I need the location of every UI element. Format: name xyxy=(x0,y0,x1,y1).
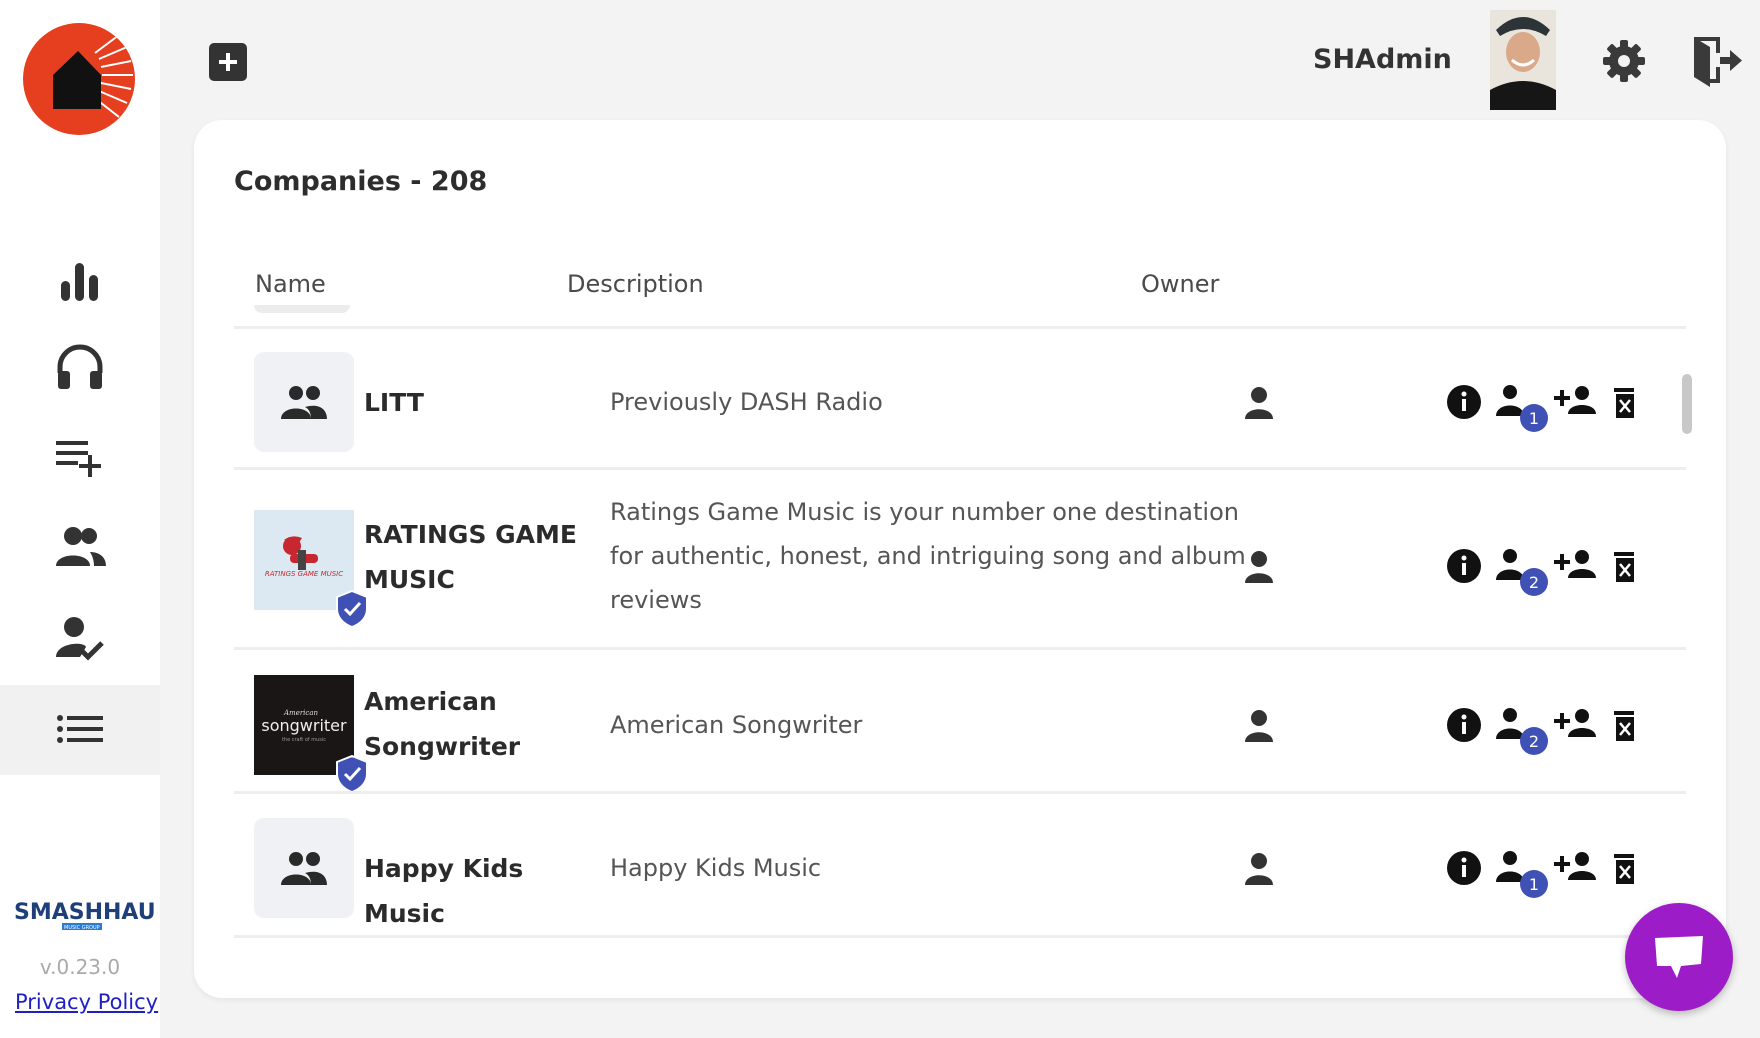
company-logo: RATINGS GAME MUSIC xyxy=(254,510,368,628)
nav-list[interactable] xyxy=(0,685,160,775)
owner-person-icon[interactable] xyxy=(1244,550,1274,584)
company-description: Previously DASH Radio xyxy=(610,388,883,416)
add-member-icon[interactable] xyxy=(1554,705,1596,745)
table-header: Name Description Owner xyxy=(234,270,1686,330)
company-name[interactable]: LITT xyxy=(364,380,594,425)
username: SHAdmin xyxy=(1313,44,1452,75)
chat-button[interactable] xyxy=(1625,903,1733,1011)
group-icon xyxy=(56,527,106,566)
column-owner: Owner xyxy=(1141,270,1220,298)
company-description: Happy Kids Music xyxy=(610,854,822,882)
nav-companies-groups[interactable] xyxy=(0,503,160,593)
divider xyxy=(234,935,1686,938)
info-icon[interactable] xyxy=(1444,382,1484,422)
settings-gear-icon[interactable] xyxy=(1600,37,1648,85)
delete-icon[interactable] xyxy=(1610,848,1634,888)
owner-person-icon[interactable] xyxy=(1244,709,1274,743)
bar-chart-icon xyxy=(61,263,98,301)
nav-analytics[interactable] xyxy=(0,236,160,326)
company-logo: American songwriter the craft of music xyxy=(254,675,368,793)
nav-music[interactable] xyxy=(0,322,160,412)
divider xyxy=(234,326,1686,329)
table-row[interactable]: American songwriter the craft of music A… xyxy=(234,675,1686,795)
logo-sub-text: the craft of music xyxy=(282,737,326,743)
logout-icon[interactable] xyxy=(1690,33,1742,88)
divider xyxy=(234,647,1686,650)
playlist-add-icon xyxy=(56,441,101,477)
app-version: v.0.23.0 xyxy=(39,955,121,979)
column-description: Description xyxy=(567,270,704,298)
headphones-icon xyxy=(57,344,103,389)
company-name[interactable]: RATINGS GAME MUSIC xyxy=(364,512,594,602)
delete-icon[interactable] xyxy=(1610,705,1634,745)
table-row[interactable]: Happy Kids Music Happy Kids Music 1 xyxy=(234,818,1686,928)
brand-sub: MUSIC GROUP xyxy=(64,925,100,931)
logo-text: songwriter xyxy=(261,716,347,735)
delete-icon[interactable] xyxy=(1610,546,1634,586)
companies-card: Companies - 208 Name Description Owner L… xyxy=(194,120,1726,998)
company-avatar xyxy=(254,352,354,452)
company-name[interactable]: American Songwriter xyxy=(364,679,594,769)
app-logo[interactable] xyxy=(23,23,135,135)
plus-icon xyxy=(219,53,237,71)
nav-approvals[interactable] xyxy=(0,594,160,684)
nav-playlists[interactable] xyxy=(0,412,160,502)
members-count-badge: 1 xyxy=(1520,404,1548,432)
privacy-policy-link[interactable]: Privacy Policy xyxy=(15,990,158,1014)
avatar[interactable] xyxy=(1490,10,1556,110)
add-button[interactable] xyxy=(209,43,247,81)
add-member-icon[interactable] xyxy=(1554,382,1596,422)
group-icon xyxy=(281,386,327,419)
chat-bubble-icon xyxy=(1655,936,1703,978)
page-title: Companies - 208 xyxy=(234,166,488,197)
group-icon xyxy=(281,852,327,885)
scrollbar-thumb[interactable] xyxy=(1682,374,1692,434)
brand-logo: SMASHHAUS MUSIC GROUP xyxy=(14,895,172,935)
divider xyxy=(234,791,1686,794)
members-count-badge: 2 xyxy=(1520,568,1548,596)
owner-person-icon[interactable] xyxy=(1244,386,1274,420)
company-description: Ratings Game Music is your number one de… xyxy=(610,498,1246,614)
members-count-badge: 2 xyxy=(1520,727,1548,755)
table-row[interactable]: LITT Previously DASH Radio 1 xyxy=(234,352,1692,452)
info-icon[interactable] xyxy=(1444,848,1484,888)
add-member-icon[interactable] xyxy=(1554,848,1596,888)
company-description: American Songwriter xyxy=(610,711,863,739)
info-icon[interactable] xyxy=(1444,705,1484,745)
sort-indicator xyxy=(254,305,350,313)
delete-icon[interactable] xyxy=(1610,382,1634,422)
members-count-badge: 1 xyxy=(1520,870,1548,898)
column-name[interactable]: Name xyxy=(255,270,326,298)
person-check-icon xyxy=(56,617,104,661)
logo-text: RATINGS GAME MUSIC xyxy=(265,570,343,578)
sidebar: SMASHHAUS MUSIC GROUP v.0.23.0 Privacy P… xyxy=(0,0,172,1038)
divider xyxy=(234,467,1686,470)
company-avatar xyxy=(254,818,354,918)
company-name[interactable]: Happy Kids Music xyxy=(364,846,594,936)
info-icon[interactable] xyxy=(1444,546,1484,586)
brand-name: SMASHHAUS xyxy=(14,900,156,925)
list-icon xyxy=(57,715,103,743)
owner-person-icon[interactable] xyxy=(1244,852,1274,886)
add-member-icon[interactable] xyxy=(1554,546,1596,586)
table-row[interactable]: RATINGS GAME MUSIC RATINGS GAME MUSIC Ra… xyxy=(234,490,1686,640)
